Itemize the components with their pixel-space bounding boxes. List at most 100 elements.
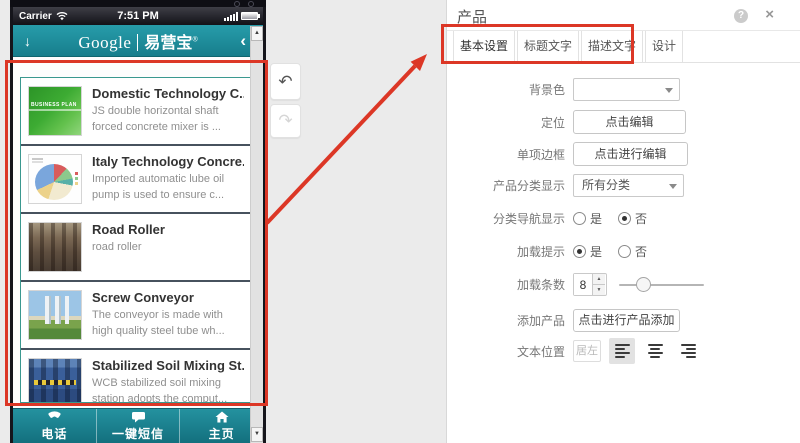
redo-icon: ↷ — [278, 111, 293, 130]
scroll-down-arrow-icon[interactable]: ↓ — [24, 33, 31, 49]
category-nav-yes-radio[interactable] — [573, 212, 586, 225]
add-product-label: 添加产品 — [516, 314, 565, 328]
form-row-add-product: 添加产品 点击进行产品添加 — [447, 309, 800, 332]
radio-yes-label: 是 — [590, 212, 603, 226]
nav-item-phone[interactable]: 电话 — [13, 409, 96, 443]
radio-yes-label: 是 — [590, 245, 603, 259]
align-right-icon — [680, 344, 696, 358]
tab-basic-settings[interactable]: 基本设置 — [453, 31, 516, 62]
phone-bezel — [10, 0, 266, 7]
load-count-label: 加载条数 — [516, 278, 565, 292]
product-description: JS double horizontal shaft forced concre… — [92, 105, 221, 133]
align-center-button[interactable] — [642, 338, 668, 364]
pie-chart-image — [35, 164, 73, 200]
product-list-item[interactable]: Screw Conveyor The conveyor is made with… — [21, 282, 250, 350]
product-title: Screw Conveyor — [92, 290, 194, 305]
align-right-button[interactable] — [675, 338, 701, 364]
add-product-button[interactable]: 点击进行产品添加 — [573, 309, 680, 332]
text-position-value: 居左 — [573, 340, 601, 362]
category-nav-label: 分类导航显示 — [492, 212, 565, 226]
category-dropdown-value: 所有分类 — [582, 178, 631, 192]
scrollbar-down-arrow[interactable]: ▼ — [251, 427, 263, 442]
wifi-icon — [56, 12, 68, 21]
chevron-down-icon — [665, 88, 673, 93]
form-row-position: 定位 点击编辑 — [447, 110, 800, 134]
nav-label: 一键短信 — [112, 426, 165, 441]
product-list-item[interactable]: Italy Technology Concre... Imported auto… — [21, 146, 250, 214]
align-left-icon — [614, 344, 630, 358]
back-chevron-icon[interactable]: ‹ — [240, 31, 246, 51]
pie-legend-dots — [75, 172, 78, 175]
phone-screen: BUSINESS PLAN Domestic Technology C... J… — [13, 57, 263, 408]
phone-scrollbar[interactable]: ▲ ▼ — [250, 26, 263, 443]
help-icon[interactable]: ? — [734, 9, 748, 23]
product-thumbnail: BUSINESS PLAN — [28, 86, 82, 136]
form-row-text-position: 文本位置 居左 — [447, 338, 800, 364]
bg-color-dropdown[interactable] — [573, 78, 680, 101]
tab-description-text[interactable]: 描述文字 — [581, 31, 644, 62]
product-description: WCB stabilized soil mixing station adopt… — [92, 377, 228, 403]
app-header: ↓ Google 易营宝® ‹ — [13, 25, 263, 57]
phone-icon — [48, 410, 61, 418]
form-row-loading-tip: 加载提示 是 否 — [447, 243, 800, 260]
app-logo: Google 易营宝® — [13, 29, 263, 53]
form-row-item-border: 单项边框 点击进行编辑 — [447, 142, 800, 166]
loading-tip-label: 加载提示 — [516, 245, 565, 259]
radio-no-label: 否 — [635, 245, 648, 259]
tab-title-text[interactable]: 标题文字 — [517, 31, 580, 62]
form-row-category-nav: 分类导航显示 是 否 — [447, 210, 800, 227]
product-list-item[interactable]: Stabilized Soil Mixing St... WCB stabili… — [21, 350, 250, 403]
slider-handle[interactable] — [636, 277, 651, 292]
product-list-item[interactable]: BUSINESS PLAN Domestic Technology C... J… — [21, 78, 250, 146]
align-left-button[interactable] — [609, 338, 635, 364]
form-row-bg-color: 背景色 — [447, 78, 800, 101]
nav-label: 电话 — [41, 426, 68, 441]
status-bar: Carrier 7:51 PM — [13, 7, 263, 25]
align-center-icon — [647, 344, 663, 358]
tab-design[interactable]: 设计 — [645, 31, 684, 62]
phone-preview: Carrier 7:51 PM ↓ Google 易营宝® ‹ BUSINESS … — [10, 0, 266, 443]
product-title: Italy Technology Concre... — [92, 154, 244, 169]
scrollbar-up-arrow[interactable]: ▲ — [251, 26, 263, 41]
product-description: Imported automatic lube oil pump is used… — [92, 173, 225, 201]
product-settings-panel: 产品 ? × 基本设置 标题文字 描述文字 设计 背景色 定位 点击编辑 单项边… — [446, 0, 800, 443]
product-thumbnail — [28, 290, 82, 340]
redo-button[interactable]: ↷ — [270, 104, 301, 138]
spinner-up-icon[interactable]: ▲ — [593, 274, 605, 285]
category-display-label: 产品分类显示 — [492, 179, 565, 193]
position-label: 定位 — [540, 115, 565, 130]
undo-button[interactable]: ↶ — [270, 63, 301, 100]
loading-tip-no-radio[interactable] — [618, 245, 632, 258]
logo-yiyingbao: 易营宝 — [144, 34, 193, 52]
category-nav-no-radio[interactable] — [618, 212, 632, 225]
sms-icon — [131, 411, 145, 422]
load-count-slider[interactable] — [619, 277, 704, 292]
close-icon[interactable]: × — [765, 7, 774, 23]
bottom-nav-bar: 电话 一键短信 主页 — [13, 408, 263, 443]
product-thumbnail — [28, 358, 82, 402]
load-count-spinner: ▲ ▼ — [573, 273, 607, 296]
undo-icon: ↶ — [278, 72, 293, 91]
load-count-input[interactable] — [574, 274, 592, 295]
carrier-label: Carrier — [19, 10, 52, 22]
position-edit-button[interactable]: 点击编辑 — [573, 110, 686, 134]
form-row-category-display: 产品分类显示 所有分类 — [447, 174, 800, 197]
battery-icon — [241, 12, 260, 20]
home-icon — [215, 411, 229, 422]
loading-tip-yes-radio[interactable] — [573, 245, 586, 258]
slider-track[interactable] — [619, 284, 704, 286]
product-description: road roller — [92, 241, 142, 253]
product-title: Domestic Technology C... — [92, 86, 244, 101]
settings-form: 背景色 定位 点击编辑 单项边框 点击进行编辑 产品分类显示 所有分类 分类导航… — [447, 78, 800, 364]
nav-item-sms[interactable]: 一键短信 — [95, 409, 180, 443]
product-description: The conveyor is made with high quality s… — [92, 309, 225, 337]
product-list-item[interactable]: Road Roller road roller — [21, 214, 250, 282]
category-dropdown[interactable]: 所有分类 — [573, 174, 684, 197]
item-border-edit-button[interactable]: 点击进行编辑 — [573, 142, 688, 166]
radio-no-label: 否 — [635, 212, 648, 226]
chevron-down-icon — [669, 184, 677, 189]
spinner-down-icon[interactable]: ▼ — [593, 285, 605, 295]
product-thumbnail — [28, 222, 82, 272]
signal-strength-icon — [224, 11, 238, 21]
text-position-label: 文本位置 — [516, 344, 565, 359]
